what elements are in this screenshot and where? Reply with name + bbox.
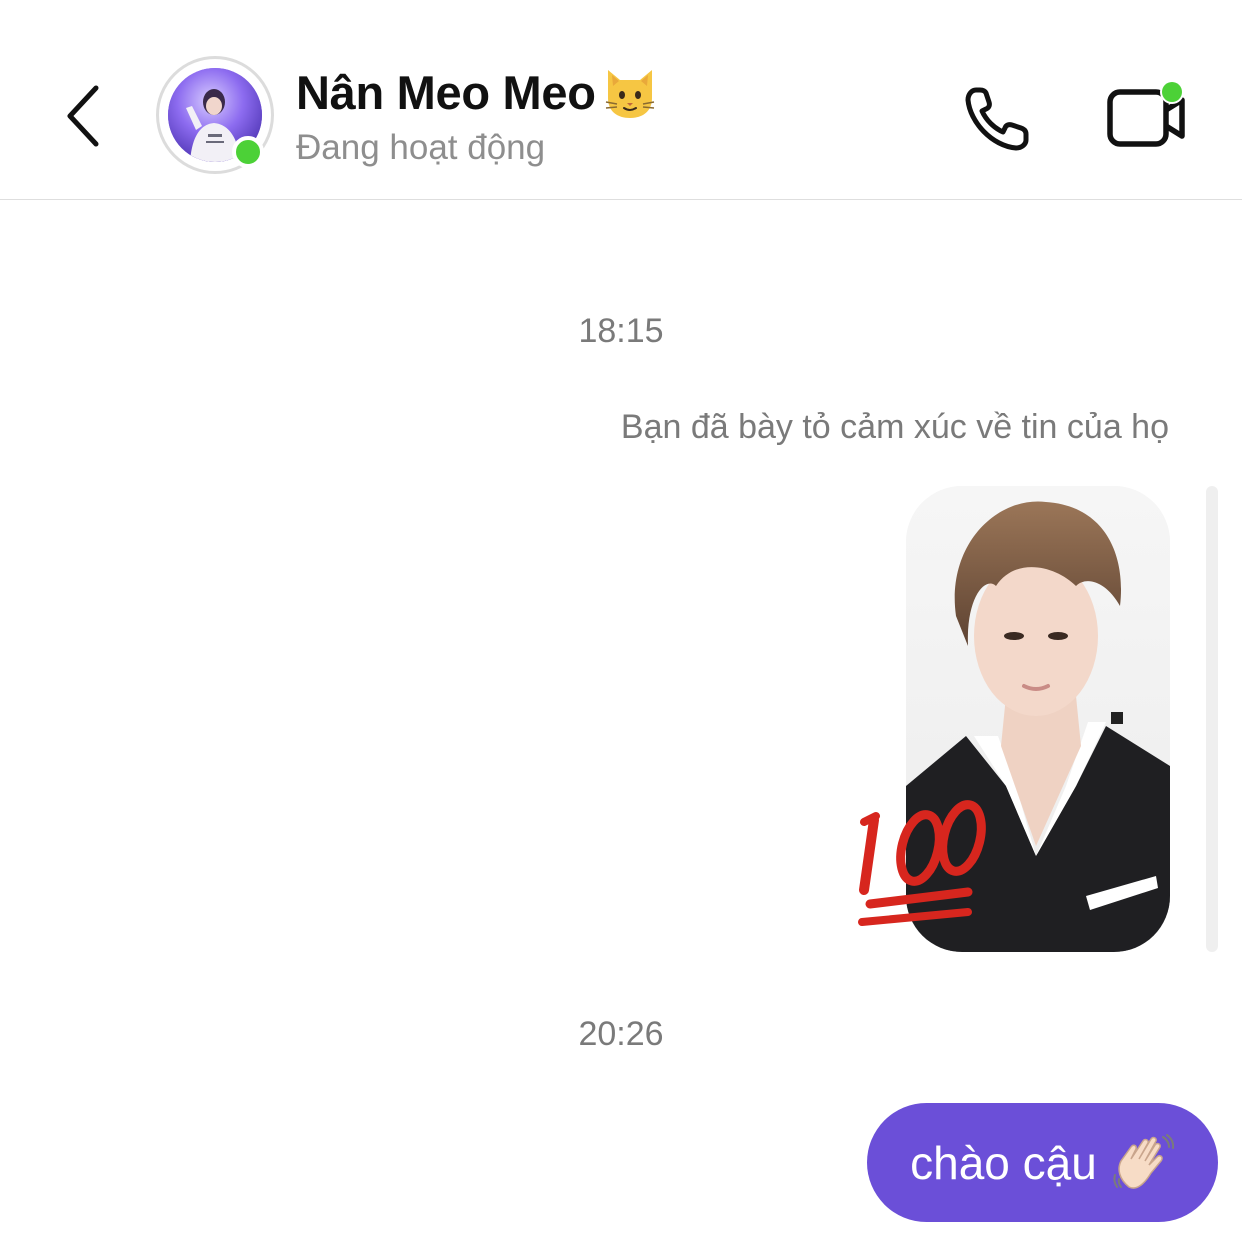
chat-header: Nân Meo Meo Đang hoạt động [0,0,1242,200]
waving-hand-emoji [1111,1133,1175,1193]
chat-screen: Nân Meo Meo Đang hoạt động 18:15 Bạn đã … [0,0,1242,1233]
back-button[interactable] [52,74,116,158]
message-timestamp: 20:26 [578,1015,664,1053]
contact-name-text: Nân Meo Meo [296,65,596,119]
online-status-dot [232,136,264,168]
sent-message-text: chào cậu [910,1136,1097,1189]
story-scroll-indicator [1206,486,1218,952]
sent-message-bubble[interactable]: chào cậu [867,1103,1218,1222]
phone-icon [965,87,1029,151]
contact-name[interactable]: Nân Meo Meo [296,64,658,120]
story-reaction-note: Bạn đã bày tỏ cảm xúc về tin của họ [620,408,1169,446]
cat-face-emoji [602,64,658,120]
video-call-button[interactable] [1100,78,1192,158]
hundred-points-emoji [850,780,1000,940]
contact-status: Đang hoạt động [296,128,546,167]
chevron-left-icon [67,85,99,147]
message-timestamp: 18:15 [578,312,664,350]
video-camera-icon [1107,80,1185,147]
voice-call-button[interactable] [956,78,1040,158]
